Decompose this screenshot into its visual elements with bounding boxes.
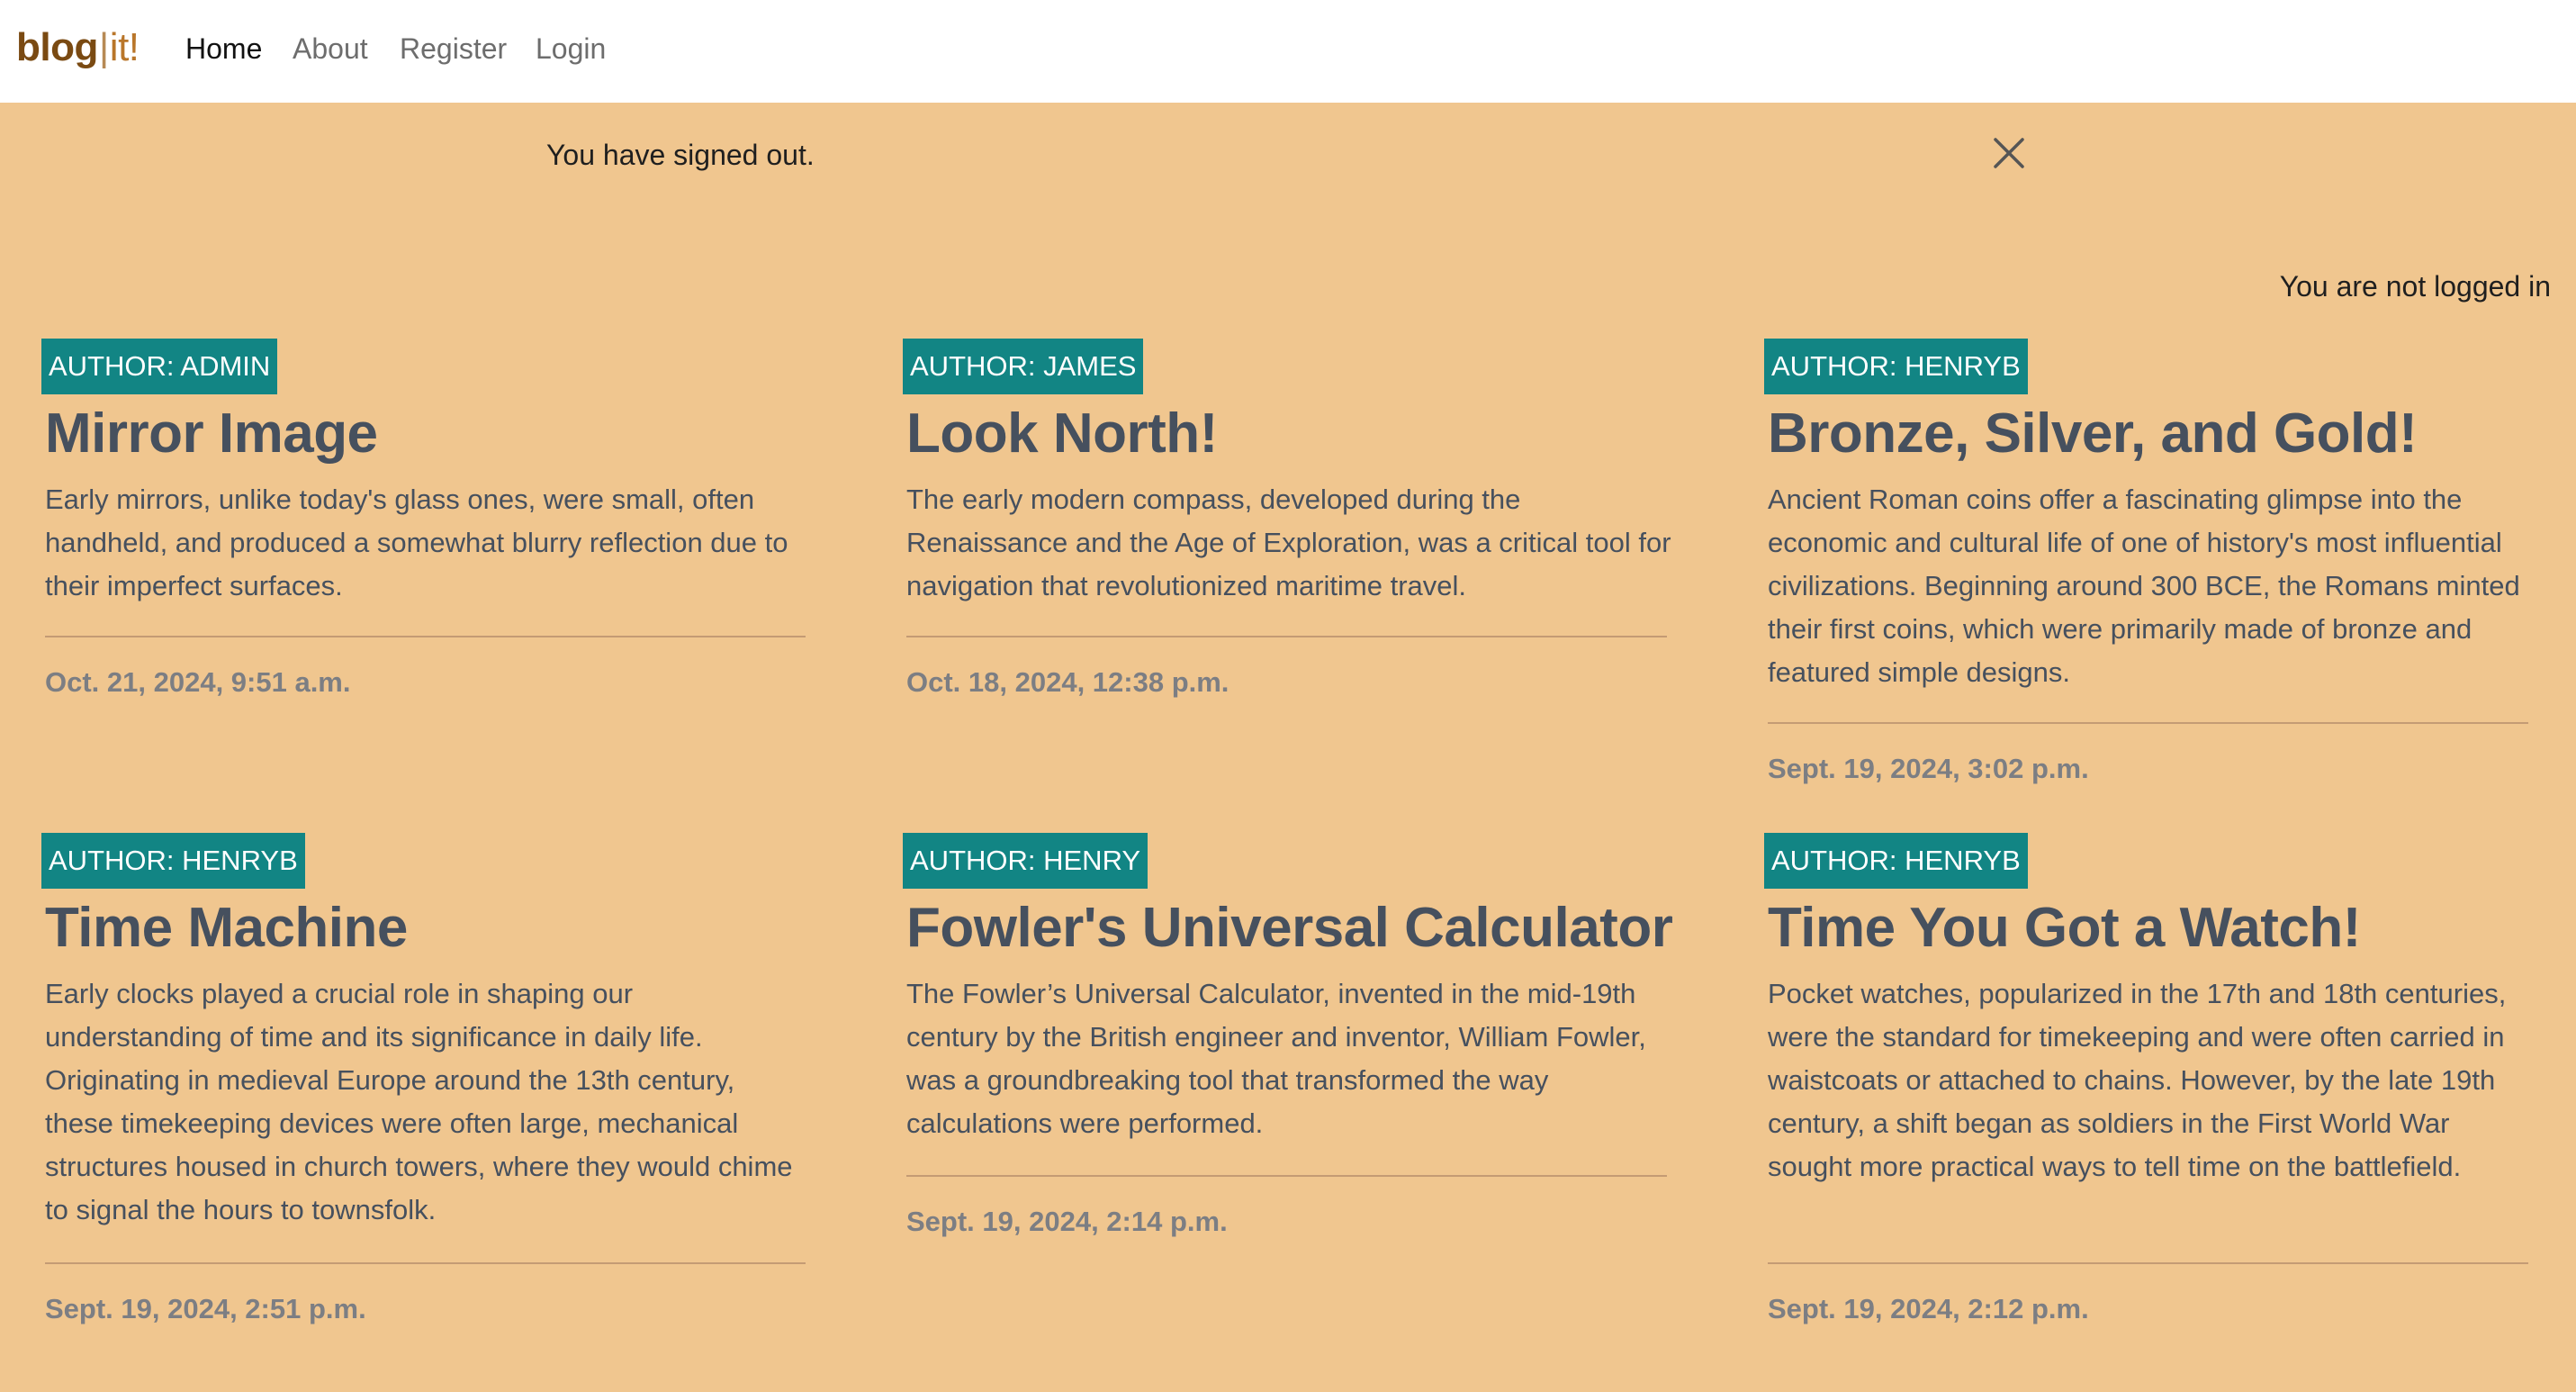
post-divider (1768, 722, 2528, 724)
brand-part-2: it! (109, 25, 140, 69)
nav-home-link[interactable]: Home (185, 32, 262, 66)
post-excerpt: Pocket watches, popularized in the 17th … (1768, 978, 2507, 1182)
brand-separator: | (98, 25, 109, 69)
post-divider (1768, 1262, 2528, 1264)
post-excerpt: The Fowler’s Universal Calculator, inven… (906, 978, 1646, 1139)
author-badge: AUTHOR: HENRYB (41, 833, 305, 889)
alert-message: You have signed out. (546, 139, 815, 171)
post-divider (906, 1175, 1667, 1177)
post-divider (906, 636, 1667, 637)
brand-logo[interactable]: blog | it! (16, 25, 140, 70)
post-date: Sept. 19, 2024, 3:02 p.m. (1768, 753, 2089, 784)
post-title[interactable]: Look North! (906, 402, 1218, 466)
post-divider (45, 636, 806, 637)
author-badge: AUTHOR: JAMES (903, 339, 1144, 394)
author-badge: AUTHOR: HENRYB (1764, 833, 2028, 889)
login-status: You are not logged in (2279, 270, 2551, 303)
post-date: Oct. 21, 2024, 9:51 a.m. (45, 666, 351, 698)
author-badge: AUTHOR: ADMIN (41, 339, 278, 394)
close-icon[interactable] (1991, 135, 2027, 171)
signout-alert: You have signed out. (0, 103, 2576, 211)
post-title[interactable]: Time You Got a Watch! (1768, 896, 2361, 960)
post-excerpt: Early mirrors, unlike today's glass ones… (45, 484, 788, 601)
post-date: Oct. 18, 2024, 12:38 p.m. (906, 666, 1229, 698)
author-badge: AUTHOR: HENRYB (1764, 339, 2028, 394)
post-title[interactable]: Time Machine (45, 896, 408, 960)
nav-login-link[interactable]: Login (536, 32, 606, 66)
post-date: Sept. 19, 2024, 2:51 p.m. (45, 1293, 366, 1324)
post-title[interactable]: Fowler's Universal Calculator (906, 896, 1673, 960)
navbar: blog | it! Home About Register Login (0, 0, 2576, 103)
post-title[interactable]: Mirror Image (45, 402, 378, 466)
brand-part-1: blog (16, 25, 98, 69)
post-date: Sept. 19, 2024, 2:12 p.m. (1768, 1293, 2089, 1324)
nav-register-link[interactable]: Register (400, 32, 507, 66)
post-excerpt: Early clocks played a crucial role in sh… (45, 978, 793, 1225)
post-divider (45, 1262, 806, 1264)
post-date: Sept. 19, 2024, 2:14 p.m. (906, 1206, 1228, 1237)
nav-about-link[interactable]: About (293, 32, 368, 66)
post-title[interactable]: Bronze, Silver, and Gold! (1768, 402, 2418, 466)
author-badge: AUTHOR: HENRY (903, 833, 1148, 889)
post-excerpt: The early modern compass, developed duri… (906, 484, 1671, 601)
post-excerpt: Ancient Roman coins offer a fascinating … (1768, 484, 2520, 688)
